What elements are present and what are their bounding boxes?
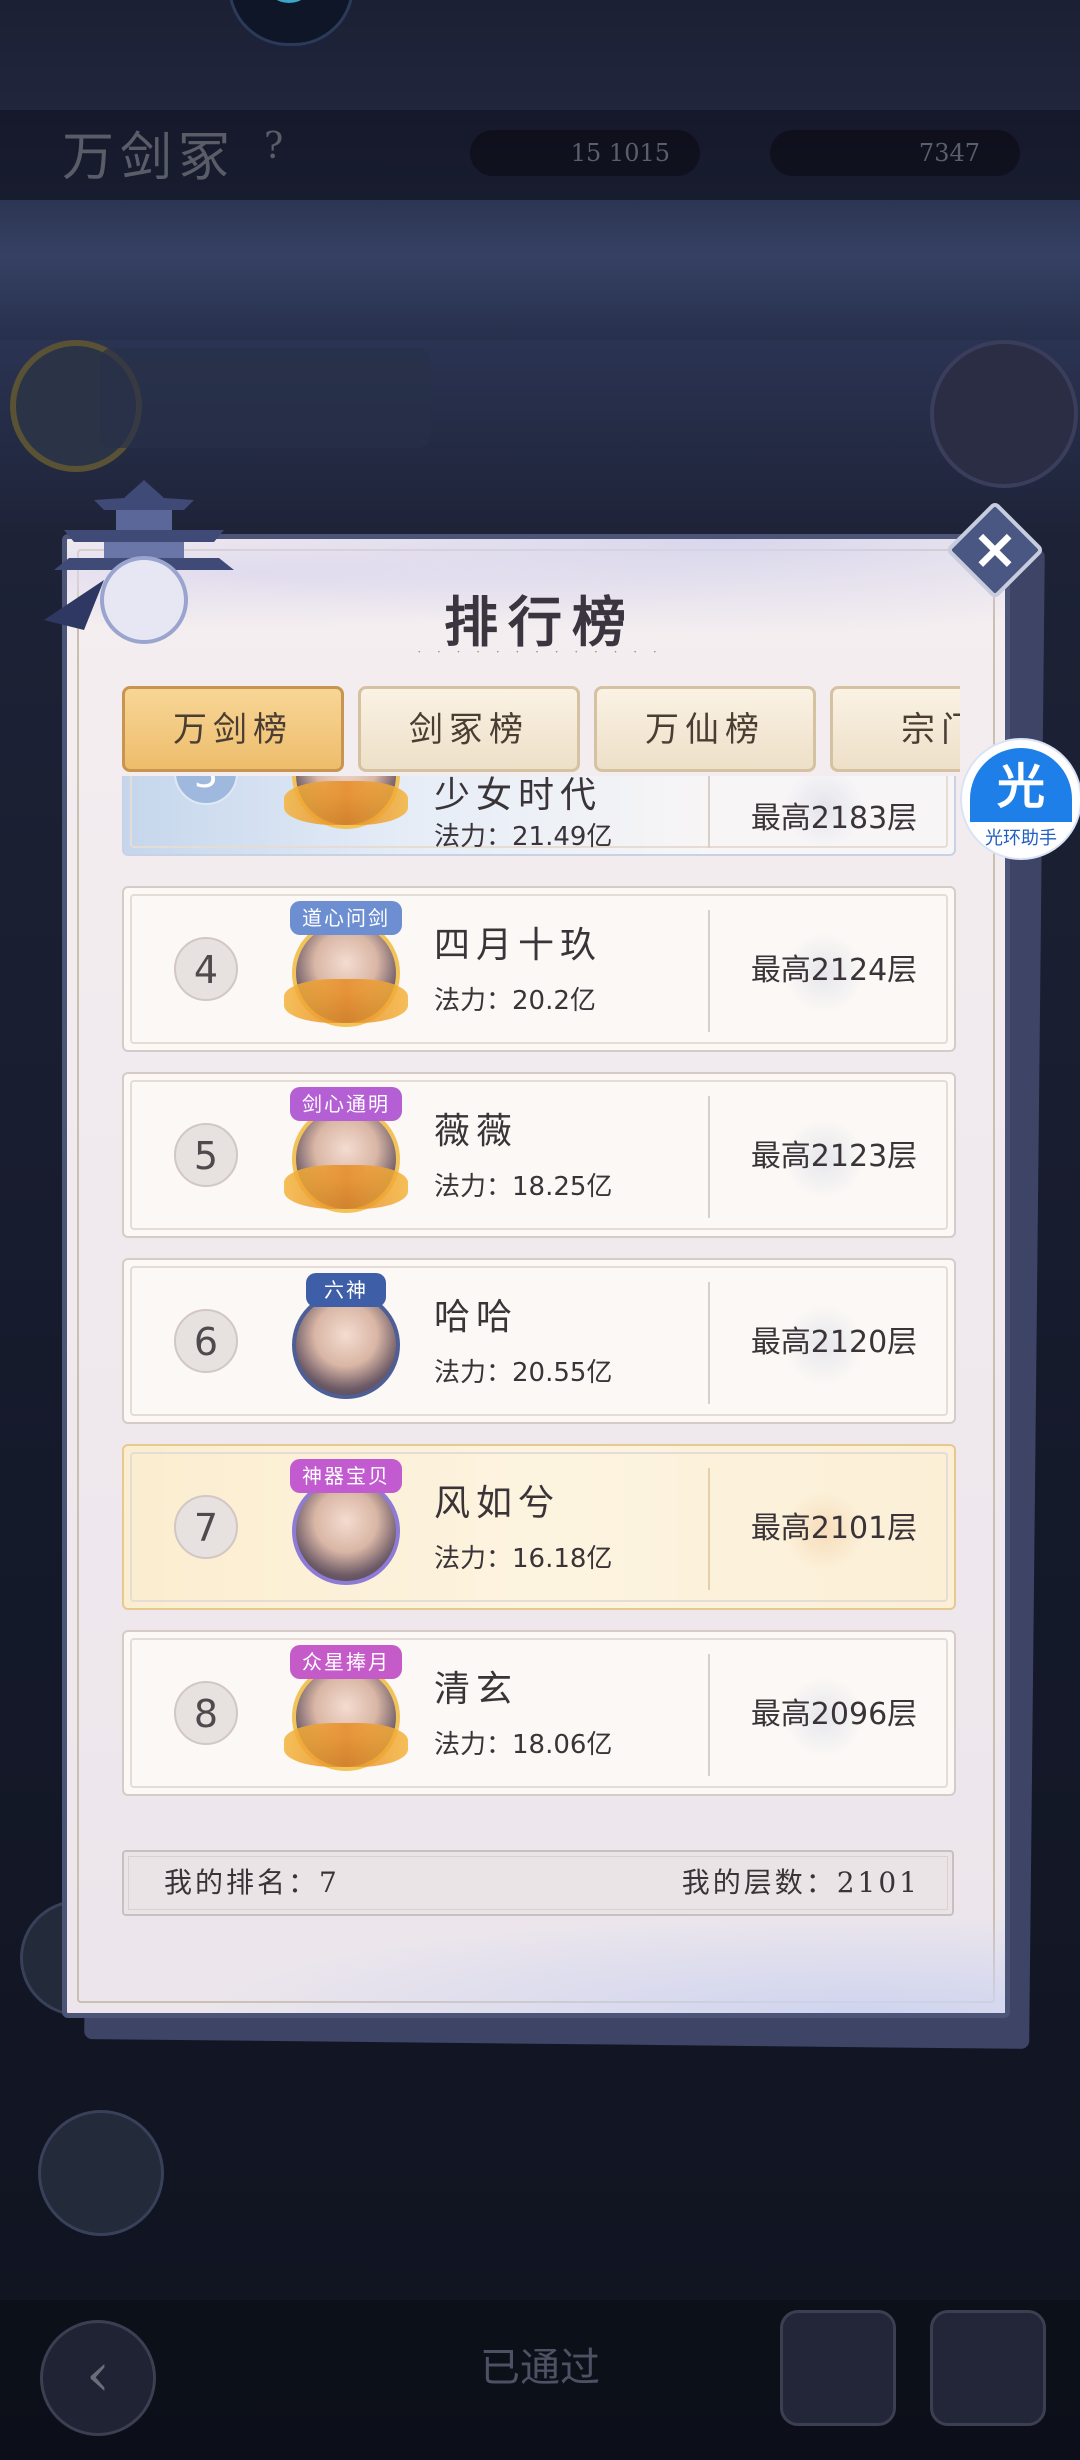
player-power: 法力：20.2亿 (434, 986, 596, 1016)
avatar-wing-frame (284, 1165, 408, 1209)
tab-bar: 万剑榜 剑冢榜 万仙榜 宗门 (122, 686, 960, 772)
background-bottom-button-1 (780, 2310, 896, 2426)
player-avatar[interactable]: 道心问剑 (284, 901, 408, 1033)
back-arrow-icon: ‹ (40, 2320, 156, 2436)
resource-counter-2: 7347 (770, 130, 1020, 176)
player-name: 清玄 (434, 1669, 519, 1710)
my-rank-text: 我的排名：7 (164, 1866, 340, 1899)
close-icon[interactable]: × (960, 515, 1030, 585)
ranking-row[interactable]: 8 众星捧月 清玄 法力：18.06亿 最高2096层 (122, 1630, 956, 1796)
avatar-portrait-icon (292, 1477, 400, 1585)
player-name: 哈哈 (434, 1297, 519, 1338)
ranking-row[interactable]: 6 六神 哈哈 法力：20.55亿 最高2120层 (122, 1258, 956, 1424)
background-clouds (0, 200, 1080, 340)
rank-badge: 8 (174, 1681, 238, 1745)
avatar-title-tag: 剑心通明 (290, 1087, 402, 1121)
player-name: 四月十玖 (434, 925, 603, 966)
avatar-title-tag: 六神 (306, 1273, 386, 1307)
rank-badge: 7 (174, 1495, 238, 1559)
ranking-row[interactable]: 4 道心问剑 四月十玖 法力：20.2亿 最高2124层 (122, 886, 956, 1052)
panel-title-ornament: · · · · · · · · · · · · · (417, 645, 663, 659)
rank-badge: 5 (174, 1123, 238, 1187)
tab-wanxian[interactable]: 万仙榜 (594, 686, 816, 772)
avatar-wing-frame (284, 1723, 408, 1767)
resource-counter-1: 15 1015 (470, 130, 700, 176)
background-orb-icon (930, 340, 1078, 488)
assistant-label: 光环助手 (985, 828, 1057, 849)
mascot-icon (228, 0, 354, 46)
background-bottom-text: 已通过 (480, 2345, 600, 2391)
background-bottom-button-2 (930, 2310, 1046, 2426)
background-info-panel (100, 348, 430, 448)
avatar-title-tag: 众星捧月 (290, 1645, 402, 1679)
player-power: 法力：18.06亿 (434, 1730, 613, 1760)
player-floor: 最高2123层 (750, 1139, 918, 1174)
player-name: 风如兮 (434, 1483, 561, 1524)
player-power: 法力：20.55亿 (434, 1358, 613, 1388)
player-floor: 最高2124层 (750, 953, 918, 988)
background-side-icon-2 (38, 2110, 164, 2236)
player-floor: 最高2183层 (750, 801, 918, 836)
ranking-row[interactable]: 3 少女时代 法力：21.49亿 最高2183层 (122, 776, 956, 856)
player-avatar[interactable]: 神器宝贝 (284, 1459, 408, 1591)
avatar-wing-frame (284, 781, 408, 825)
my-floor-text: 我的层数：2101 (681, 1866, 920, 1899)
player-avatar[interactable]: 众星捧月 (284, 1645, 408, 1777)
ranking-row[interactable]: 5 剑心通明 薇薇 法力：18.25亿 最高2123层 (122, 1072, 956, 1238)
player-floor: 最高2120层 (750, 1325, 918, 1360)
help-icon: ? (264, 126, 284, 167)
tab-sect[interactable]: 宗门 (830, 686, 960, 772)
rank-badge: 3 (174, 776, 238, 805)
player-power: 法力：18.25亿 (434, 1172, 613, 1202)
player-avatar[interactable]: 剑心通明 (284, 1087, 408, 1219)
player-name: 少女时代 (434, 776, 603, 816)
player-floor: 最高2096层 (750, 1697, 918, 1732)
background-title: 万剑冢 (62, 128, 237, 188)
tab-jianzhong[interactable]: 剑冢榜 (358, 686, 580, 772)
player-floor: 最高2101层 (750, 1511, 918, 1546)
player-name: 薇薇 (434, 1111, 519, 1152)
tab-wanjian[interactable]: 万剑榜 (122, 686, 344, 772)
player-power: 法力：21.49亿 (434, 822, 613, 852)
my-ranking-bar: 我的排名：7 我的层数：2101 (122, 1850, 954, 1916)
ranking-row-self[interactable]: 7 神器宝贝 风如兮 法力：16.18亿 最高2101层 (122, 1444, 956, 1610)
avatar-wing-frame (284, 979, 408, 1023)
avatar-portrait-icon (292, 1291, 400, 1399)
rank-badge: 4 (174, 937, 238, 1001)
rank-badge: 6 (174, 1309, 238, 1373)
avatar-title-tag: 神器宝贝 (290, 1459, 402, 1493)
player-avatar[interactable]: 六神 (284, 1273, 408, 1405)
avatar-title-tag: 道心问剑 (290, 901, 402, 935)
ranking-list[interactable]: 3 少女时代 法力：21.49亿 最高2183层 4 道心问剑 四月十玖 法力：… (122, 776, 956, 1846)
player-avatar[interactable] (284, 776, 408, 835)
player-power: 法力：16.18亿 (434, 1544, 613, 1574)
